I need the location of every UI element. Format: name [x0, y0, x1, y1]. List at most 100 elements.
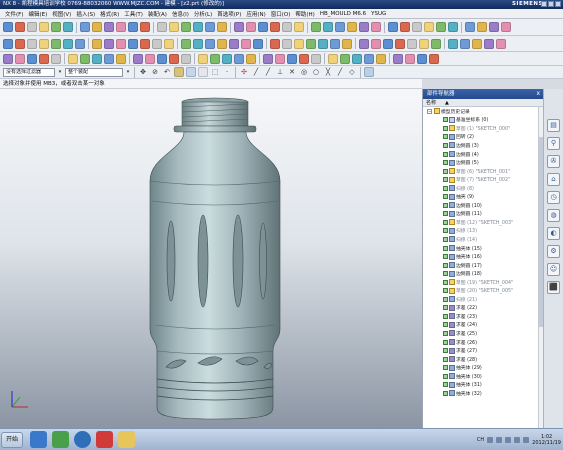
toolbar-tool-icon[interactable]	[181, 53, 191, 64]
center-icon[interactable]: ◎	[299, 67, 309, 77]
visibility-checkbox[interactable]	[443, 142, 448, 148]
intersection-icon[interactable]: ✕	[287, 67, 297, 77]
toolbar-tool-icon[interactable]	[63, 22, 73, 32]
toolbar-tool-icon[interactable]	[419, 38, 429, 49]
tray-icon[interactable]	[496, 437, 503, 443]
menu-item[interactable]: 工具(T)	[122, 10, 145, 18]
menu-item[interactable]: 窗口(O)	[269, 10, 293, 18]
toolbar-tool-icon[interactable]	[140, 22, 150, 32]
feature-tree-item[interactable]: 抽壳 (9)	[423, 192, 543, 201]
toolbar-tool-icon[interactable]	[472, 38, 482, 49]
feature-tree-item[interactable]: 草图 (6) "SKETCH_001"	[423, 167, 543, 176]
line-icon[interactable]: ╱	[335, 67, 345, 77]
media-app-icon[interactable]	[96, 431, 113, 448]
toolbar-tool-icon[interactable]	[128, 22, 138, 32]
toolbar-tool-icon[interactable]	[157, 22, 167, 32]
toolbar-tool-icon[interactable]	[169, 53, 179, 64]
visibility-checkbox[interactable]	[443, 194, 448, 200]
toolbar-tool-icon[interactable]	[335, 22, 345, 32]
menu-item[interactable]: 分析(L)	[192, 10, 214, 18]
maximize-button[interactable]	[548, 1, 554, 7]
toolbar-tool-icon[interactable]	[429, 53, 439, 64]
toolbar-tool-icon[interactable]	[116, 53, 126, 64]
bottle-model[interactable]	[0, 89, 422, 428]
toolbar-tool-icon[interactable]	[193, 22, 203, 32]
feature-tree-item[interactable]: 抽壳体 (32)	[423, 389, 543, 398]
toolbar-tool-icon[interactable]	[311, 53, 321, 64]
feature-tree-item[interactable]: 抽壳体 (15)	[423, 244, 543, 253]
toolbar-tool-icon[interactable]	[330, 38, 340, 49]
feature-tree-item[interactable]: 求差 (24)	[423, 321, 543, 330]
toolbar-tool-icon[interactable]	[352, 53, 362, 64]
snap-control-icon[interactable]	[198, 67, 208, 77]
visibility-checkbox[interactable]	[443, 151, 448, 157]
toolbar-tool-icon[interactable]	[80, 22, 90, 32]
feature-tree-item[interactable]: 边倒圆 (11)	[423, 210, 543, 219]
line-icon[interactable]: ╱	[263, 67, 273, 77]
swirl-app-icon[interactable]	[74, 431, 91, 448]
toolbar-tool-icon[interactable]	[371, 22, 381, 32]
system-materials-tab[interactable]: ◐	[547, 227, 560, 240]
tray-icon[interactable]	[505, 437, 512, 443]
menu-item[interactable]: 格式(R)	[98, 10, 121, 18]
toolbar-tool-icon[interactable]	[299, 53, 309, 64]
language-indicator[interactable]: CH	[477, 437, 484, 443]
feature-tree-item[interactable]: 求差 (23)	[423, 312, 543, 321]
toolbar-tool-icon[interactable]	[140, 38, 150, 49]
toolbar-tool-icon[interactable]	[484, 38, 494, 49]
browser-app-icon[interactable]	[52, 431, 69, 448]
visibility-checkbox[interactable]	[443, 313, 448, 319]
feature-tree-item[interactable]: 边倒圆 (17)	[423, 261, 543, 270]
toolbar-tool-icon[interactable]	[253, 38, 263, 49]
feature-tree-item[interactable]: 边倒圆 (10)	[423, 201, 543, 210]
toolbar-tool-icon[interactable]	[395, 38, 405, 49]
toolbar-tool-icon[interactable]	[27, 22, 37, 32]
toolbar-tool-icon[interactable]	[258, 22, 268, 32]
toolbar-tool-icon[interactable]	[15, 38, 25, 49]
toolbar-tool-icon[interactable]	[205, 38, 215, 49]
feature-tree-item[interactable]: 抽壳体 (29)	[423, 363, 543, 372]
visibility-checkbox[interactable]	[443, 117, 448, 123]
toolbar-tool-icon[interactable]	[282, 38, 292, 49]
toolbar-tool-icon[interactable]	[246, 53, 256, 64]
toolbar-tool-icon[interactable]	[448, 38, 458, 49]
toolbar-tool-icon[interactable]	[145, 53, 155, 64]
toolbar-tool-icon[interactable]	[198, 53, 208, 64]
constraint-navigator-tab[interactable]: ⚲	[547, 137, 560, 150]
toolbar-tool-icon[interactable]	[501, 22, 511, 32]
visibility-checkbox[interactable]	[443, 348, 448, 354]
toolbar-tool-icon[interactable]	[205, 22, 215, 32]
toolbar-tool-icon[interactable]	[376, 53, 386, 64]
point-icon[interactable]: ·	[222, 67, 232, 77]
toolbar-tool-icon[interactable]	[222, 53, 232, 64]
toolbar-tool-icon[interactable]	[306, 38, 316, 49]
snap-midpoint-icon[interactable]	[186, 67, 196, 77]
visibility-checkbox[interactable]	[443, 271, 448, 277]
toolbar-tool-icon[interactable]	[318, 38, 328, 49]
toolbar-tool-icon[interactable]	[181, 22, 191, 32]
visibility-checkbox[interactable]	[443, 202, 448, 208]
toolbar-tool-icon[interactable]	[460, 38, 470, 49]
visibility-checkbox[interactable]	[443, 296, 448, 302]
toolbar-tool-icon[interactable]	[104, 53, 114, 64]
deselect-icon[interactable]: ⊘	[150, 67, 160, 77]
visibility-checkbox[interactable]	[443, 356, 448, 362]
feature-tree-item[interactable]: 抽壳体 (31)	[423, 381, 543, 390]
menu-item[interactable]: 插入(S)	[74, 10, 97, 18]
feature-tree-item[interactable]: 求差 (26)	[423, 338, 543, 347]
menu-item[interactable]: 视图(V)	[50, 10, 73, 18]
feature-tree-item[interactable]: 草图 (1) "SKETCH_000"	[423, 124, 543, 133]
feature-tree-item[interactable]: 求差 (27)	[423, 346, 543, 355]
roles-tab[interactable]: ☺	[547, 263, 560, 276]
visibility-checkbox[interactable]	[443, 125, 448, 131]
toolbar-tool-icon[interactable]	[104, 22, 114, 32]
feature-tree-item[interactable]: 边倒圆 (18)	[423, 269, 543, 278]
visibility-checkbox[interactable]	[443, 177, 448, 183]
tray-icon[interactable]	[514, 437, 521, 443]
toolbar-tool-icon[interactable]	[80, 53, 90, 64]
visibility-checkbox[interactable]	[443, 254, 448, 260]
toolbar-tool-icon[interactable]	[241, 38, 251, 49]
process-studio-tab[interactable]: ⚙	[547, 245, 560, 258]
assembly-scope-dropdown[interactable]: 整个装配	[65, 67, 123, 77]
menu-item[interactable]: 文件(F)	[3, 10, 25, 18]
